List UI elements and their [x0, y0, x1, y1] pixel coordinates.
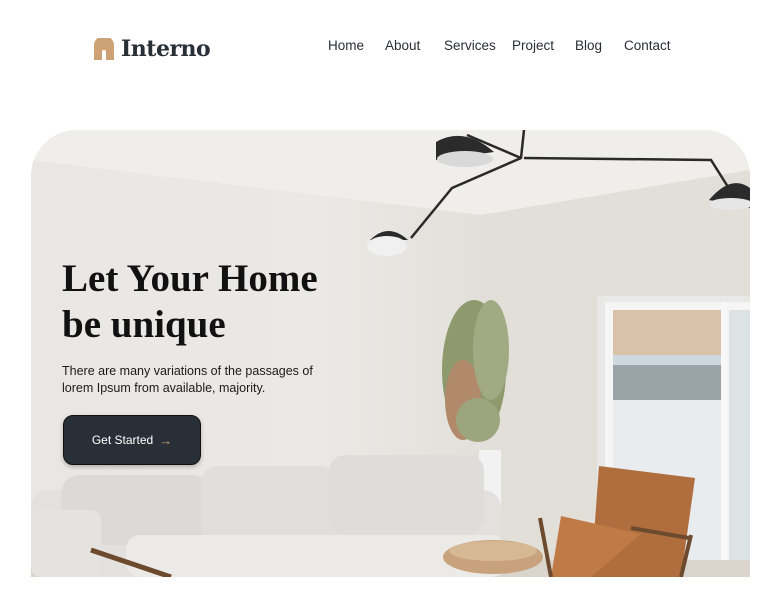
logo-arch-icon — [94, 38, 114, 60]
hero-section: Let Your Home be unique There are many v… — [31, 130, 750, 577]
nav-about[interactable]: About — [385, 38, 420, 53]
hero-interior-image — [31, 130, 750, 577]
get-started-button[interactable]: Get Started → — [63, 415, 201, 465]
nav-services[interactable]: Services — [444, 38, 496, 53]
logo-text: Interno — [121, 36, 211, 62]
nav-home[interactable]: Home — [328, 38, 364, 53]
logo[interactable]: Interno — [94, 36, 211, 62]
hero-title: Let Your Home be unique — [62, 256, 362, 348]
get-started-label: Get Started — [91, 433, 154, 447]
hero-title-line1: Let Your Home — [62, 257, 318, 300]
hero-description: There are many variations of the passage… — [62, 364, 313, 395]
hero-title-line2: be unique — [62, 303, 226, 346]
nav-project[interactable]: Project — [512, 38, 554, 53]
nav-contact[interactable]: Contact — [624, 38, 671, 53]
arrow-right-icon: → — [159, 432, 173, 448]
nav-blog[interactable]: Blog — [575, 38, 602, 53]
